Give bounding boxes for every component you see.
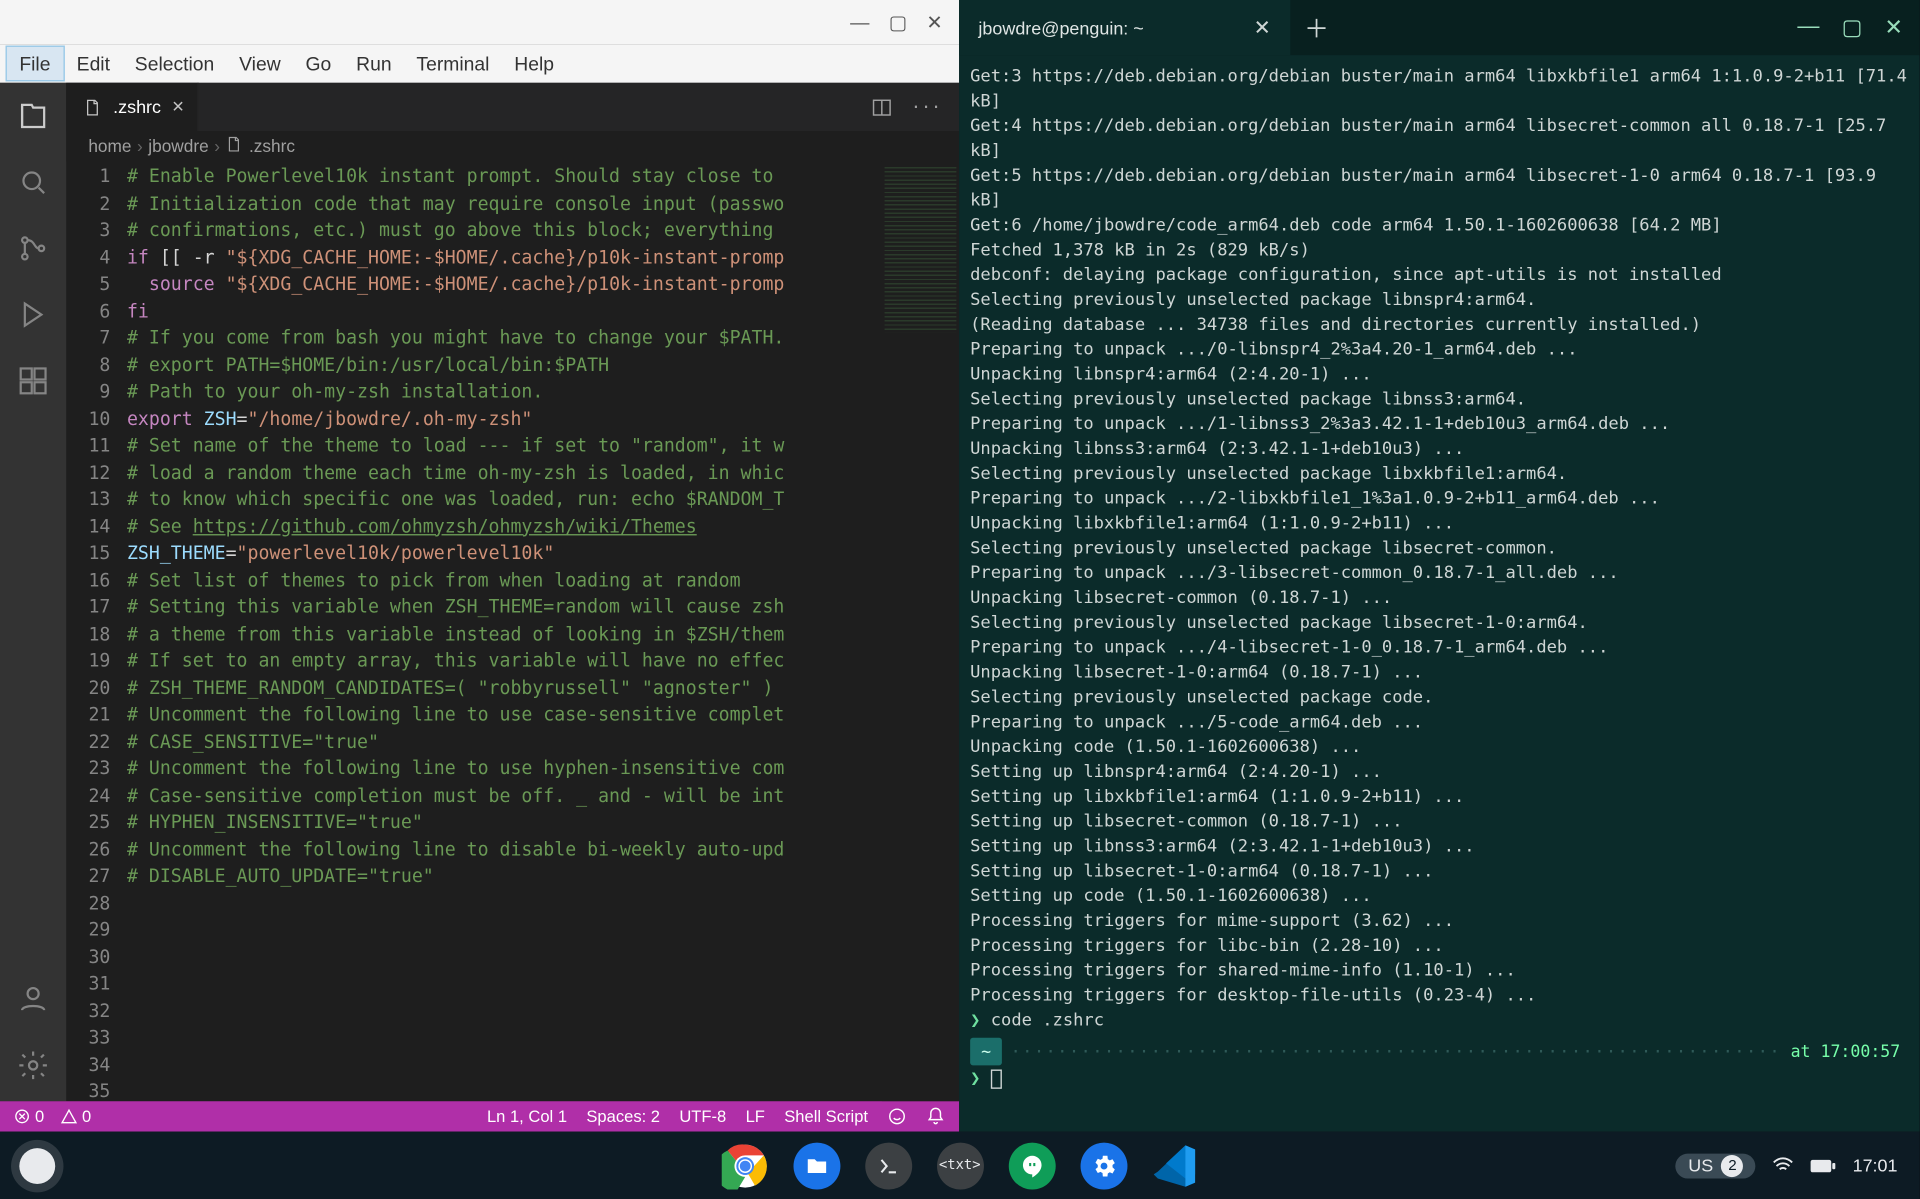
- terminal-input-line[interactable]: ❯: [970, 1065, 1908, 1090]
- activity-bar: [0, 83, 66, 1101]
- clock[interactable]: 17:01: [1853, 1155, 1898, 1176]
- terminal-tab-close-icon[interactable]: ✕: [1254, 15, 1271, 40]
- taskbar: <txt> US 2 17:01: [0, 1132, 1920, 1199]
- menu-item-terminal[interactable]: Terminal: [404, 47, 502, 80]
- menu-item-help[interactable]: Help: [502, 47, 567, 80]
- extensions-icon[interactable]: [17, 364, 50, 397]
- status-errors[interactable]: 0: [14, 1107, 44, 1126]
- status-bar: 0 0 Ln 1, Col 1 Spaces: 2 UTF-8 LF Shell…: [0, 1101, 959, 1131]
- text-editor[interactable]: 1234567891011121314151617181920212223242…: [66, 161, 959, 1101]
- editor-area: .zshrc × ··· home › jbowdre › .zshrc 123…: [66, 83, 959, 1101]
- menubar: FileEditSelectionViewGoRunTerminalHelp: [0, 44, 959, 83]
- terminal-output[interactable]: Get:3 https://deb.debian.org/debian bust…: [959, 55, 1919, 1131]
- text-app-icon[interactable]: <txt>: [936, 1142, 983, 1189]
- status-indent[interactable]: Spaces: 2: [586, 1107, 660, 1126]
- new-tab-button[interactable]: ＋: [1290, 0, 1342, 55]
- tab-filename: .zshrc: [113, 97, 161, 118]
- vscode-window: — ▢ ✕ FileEditSelectionViewGoRunTerminal…: [0, 0, 959, 1132]
- settings-gear-icon[interactable]: [17, 1049, 50, 1082]
- terminal-tab-bar: jbowdre@penguin: ~ ✕ ＋ — ▢ ✕: [959, 0, 1919, 55]
- run-debug-icon[interactable]: [17, 298, 50, 331]
- ime-indicator[interactable]: US 2: [1676, 1153, 1756, 1178]
- hangouts-app-icon[interactable]: [1008, 1142, 1055, 1189]
- wifi-icon[interactable]: [1773, 1154, 1795, 1176]
- status-language[interactable]: Shell Script: [784, 1107, 868, 1126]
- terminal-maximize-button[interactable]: ▢: [1842, 14, 1863, 42]
- system-tray[interactable]: US 2 17:01: [1676, 1153, 1920, 1178]
- status-cursor-position[interactable]: Ln 1, Col 1: [487, 1107, 567, 1126]
- split-editor-icon[interactable]: [871, 96, 893, 118]
- files-app-icon[interactable]: [793, 1142, 840, 1189]
- status-encoding[interactable]: UTF-8: [679, 1107, 726, 1126]
- battery-icon[interactable]: [1811, 1157, 1836, 1174]
- prompt-cwd: ~: [970, 1038, 1002, 1066]
- maximize-button[interactable]: ▢: [889, 10, 907, 33]
- terminal-minimize-button[interactable]: —: [1797, 15, 1819, 40]
- breadcrumbs[interactable]: home › jbowdre › .zshrc: [66, 131, 959, 161]
- taskbar-pinned-apps: <txt>: [721, 1142, 1198, 1189]
- code-content[interactable]: # Enable Powerlevel10k instant prompt. S…: [127, 161, 882, 1101]
- status-eol[interactable]: LF: [746, 1107, 765, 1126]
- line-number-gutter: 1234567891011121314151617181920212223242…: [66, 161, 127, 1101]
- minimize-button[interactable]: —: [850, 11, 869, 33]
- terminal-app-icon[interactable]: [865, 1142, 912, 1189]
- tab-close-icon[interactable]: ×: [172, 95, 184, 118]
- menu-item-go[interactable]: Go: [293, 47, 344, 80]
- tab-bar: .zshrc × ···: [66, 83, 959, 131]
- accounts-icon[interactable]: [17, 983, 50, 1016]
- feedback-icon[interactable]: [887, 1107, 906, 1126]
- status-warnings[interactable]: 0: [61, 1107, 91, 1126]
- explorer-icon[interactable]: [17, 99, 50, 132]
- settings-app-icon[interactable]: [1080, 1142, 1127, 1189]
- terminal-last-command: ❯ code .zshrc: [970, 1007, 1908, 1032]
- search-icon[interactable]: [17, 166, 50, 199]
- menu-item-selection[interactable]: Selection: [122, 47, 226, 80]
- file-icon: [83, 97, 102, 116]
- more-actions-icon[interactable]: ···: [912, 95, 942, 120]
- close-button[interactable]: ✕: [926, 10, 942, 33]
- menu-item-edit[interactable]: Edit: [64, 47, 122, 80]
- terminal-prompt: ~·······································…: [970, 1038, 1908, 1066]
- minimap[interactable]: [882, 161, 959, 1101]
- prompt-time: at 17:00:57: [1791, 1039, 1909, 1064]
- menu-item-run[interactable]: Run: [344, 47, 404, 80]
- chrome-app-icon[interactable]: [721, 1142, 768, 1189]
- notification-count-badge: 2: [1721, 1154, 1743, 1176]
- source-control-icon[interactable]: [17, 232, 50, 265]
- terminal-tab-title: jbowdre@penguin: ~: [978, 17, 1143, 38]
- vscode-app-icon[interactable]: [1152, 1142, 1199, 1189]
- launcher-button[interactable]: [19, 1147, 55, 1183]
- notifications-bell-icon[interactable]: [926, 1107, 945, 1126]
- terminal-window: jbowdre@penguin: ~ ✕ ＋ — ▢ ✕ Get:3 https…: [959, 0, 1919, 1132]
- window-titlebar: — ▢ ✕: [0, 0, 959, 44]
- breadcrumb-segment[interactable]: home: [88, 137, 131, 156]
- breadcrumb-segment[interactable]: jbowdre: [148, 137, 208, 156]
- terminal-tab[interactable]: jbowdre@penguin: ~ ✕: [959, 0, 1290, 55]
- terminal-close-button[interactable]: ✕: [1885, 14, 1904, 42]
- menu-item-view[interactable]: View: [227, 47, 293, 80]
- menu-item-file[interactable]: File: [6, 46, 65, 82]
- editor-tab[interactable]: .zshrc ×: [66, 83, 199, 131]
- breadcrumb-segment[interactable]: .zshrc: [249, 137, 295, 156]
